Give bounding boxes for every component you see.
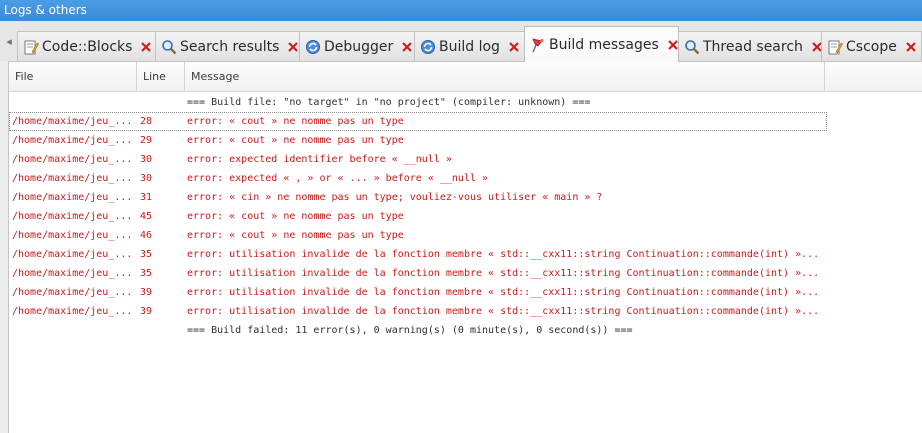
close-icon[interactable] <box>905 41 917 53</box>
row-message: error: utilisation invalide de la foncti… <box>187 306 820 317</box>
row-message: error: expected « , » or « ... » before … <box>187 173 489 184</box>
row-file: /home/maxime/jeu_... <box>12 116 133 127</box>
tab-label: Thread search <box>703 38 803 55</box>
tab-build-log[interactable]: Build log <box>414 31 525 61</box>
row-line: 46 <box>140 230 153 241</box>
row-file: /home/maxime/jeu_... <box>12 230 133 241</box>
gear-cycle-icon <box>421 39 435 54</box>
list-header: File Line Message <box>9 62 922 92</box>
pin-flag-icon <box>532 37 544 52</box>
row-message: error: « cin » ne nomme pas un type; vou… <box>187 192 603 203</box>
tab-codeblocks[interactable]: Code::Blocks <box>17 31 157 61</box>
close-icon[interactable] <box>287 41 299 53</box>
row-line: 39 <box>140 287 153 298</box>
table-row[interactable]: === Build failed: 11 error(s), 0 warning… <box>9 321 827 340</box>
tab-scroll-left-icon[interactable]: ◂ <box>4 35 14 49</box>
build-messages-list[interactable]: File Line Message === Build file: "no ta… <box>8 61 922 433</box>
document-pencil-icon <box>828 40 843 54</box>
table-row[interactable]: /home/maxime/jeu_... 39 error: utilisati… <box>9 283 827 302</box>
tab-bar: ◂ Code::Blocks Search results Debugger B… <box>0 21 922 62</box>
document-pencil-icon <box>24 40 39 54</box>
column-header-line[interactable]: Line <box>137 62 185 91</box>
table-row[interactable]: /home/maxime/jeu_... 31 error: « cin » n… <box>9 188 827 207</box>
table-row[interactable]: === Build file: "no target" in "no proje… <box>9 93 827 112</box>
tab-thread-search[interactable]: Thread search <box>678 31 822 61</box>
gear-cycle-icon <box>306 39 320 54</box>
tab-cscope[interactable]: Cscope <box>821 31 922 61</box>
row-file: /home/maxime/jeu_... <box>12 192 133 203</box>
table-row[interactable]: /home/maxime/jeu_... 35 error: utilisati… <box>9 264 827 283</box>
row-message: error: utilisation invalide de la foncti… <box>187 268 820 279</box>
row-file: /home/maxime/jeu_... <box>12 249 133 260</box>
row-file: /home/maxime/jeu_... <box>12 306 133 317</box>
row-line: 30 <box>140 173 153 184</box>
tab-label: Cscope <box>846 38 897 55</box>
row-message: error: utilisation invalide de la foncti… <box>187 287 820 298</box>
row-file: /home/maxime/jeu_... <box>12 268 133 279</box>
row-file: /home/maxime/jeu_... <box>12 135 133 146</box>
magnifier-icon <box>685 39 700 54</box>
row-line: 45 <box>140 211 153 222</box>
row-message: === Build file: "no target" in "no proje… <box>187 97 591 108</box>
table-row[interactable]: /home/maxime/jeu_... 28 error: « cout » … <box>9 112 827 131</box>
row-message: error: expected identifier before « __nu… <box>187 154 452 165</box>
row-line: 35 <box>140 268 153 279</box>
row-line: 28 <box>140 116 153 127</box>
tab-label: Search results <box>180 38 280 55</box>
tab-label: Code::Blocks <box>42 38 133 55</box>
row-line: 29 <box>140 135 153 146</box>
close-icon[interactable] <box>508 41 520 53</box>
tab-search-results[interactable]: Search results <box>155 31 301 61</box>
row-file: /home/maxime/jeu_... <box>12 173 133 184</box>
table-row[interactable]: /home/maxime/jeu_... 45 error: « cout » … <box>9 207 827 226</box>
column-header-message[interactable]: Message <box>185 62 825 91</box>
row-file: /home/maxime/jeu_... <box>12 211 133 222</box>
table-row[interactable]: /home/maxime/jeu_... 39 error: utilisati… <box>9 302 827 321</box>
row-message: === Build failed: 11 error(s), 0 warning… <box>187 325 633 336</box>
tab-debugger[interactable]: Debugger <box>299 31 415 61</box>
close-icon[interactable] <box>401 41 413 53</box>
table-row[interactable]: /home/maxime/jeu_... 29 error: « cout » … <box>9 131 827 150</box>
panel-title: Logs & others <box>0 0 922 21</box>
tab-label: Build messages <box>549 36 659 53</box>
row-message: error: « cout » ne nomme pas un type <box>187 116 404 127</box>
row-line: 31 <box>140 192 153 203</box>
tab-build-messages[interactable]: Build messages <box>524 26 679 62</box>
table-row[interactable]: /home/maxime/jeu_... 46 error: « cout » … <box>9 226 827 245</box>
row-line: 30 <box>140 154 153 165</box>
tab-label: Build log <box>439 38 500 55</box>
row-line: 39 <box>140 306 153 317</box>
column-header-file[interactable]: File <box>9 62 137 91</box>
tab-label: Debugger <box>324 38 394 55</box>
row-message: error: « cout » ne nomme pas un type <box>187 211 404 222</box>
close-icon[interactable] <box>140 41 152 53</box>
row-message: error: « cout » ne nomme pas un type <box>187 135 404 146</box>
close-icon[interactable] <box>667 39 679 51</box>
table-row[interactable]: /home/maxime/jeu_... 35 error: utilisati… <box>9 245 827 264</box>
table-row[interactable]: /home/maxime/jeu_... 30 error: expected … <box>9 169 827 188</box>
logs-panel: Logs & others ◂ Code::Blocks Search resu… <box>0 0 922 433</box>
magnifier-icon <box>162 39 177 54</box>
row-message: error: utilisation invalide de la foncti… <box>187 249 820 260</box>
table-row[interactable]: /home/maxime/jeu_... 30 error: expected … <box>9 150 827 169</box>
row-message: error: « cout » ne nomme pas un type <box>187 230 404 241</box>
row-file: /home/maxime/jeu_... <box>12 287 133 298</box>
row-file: /home/maxime/jeu_... <box>12 154 133 165</box>
row-line: 35 <box>140 249 153 260</box>
